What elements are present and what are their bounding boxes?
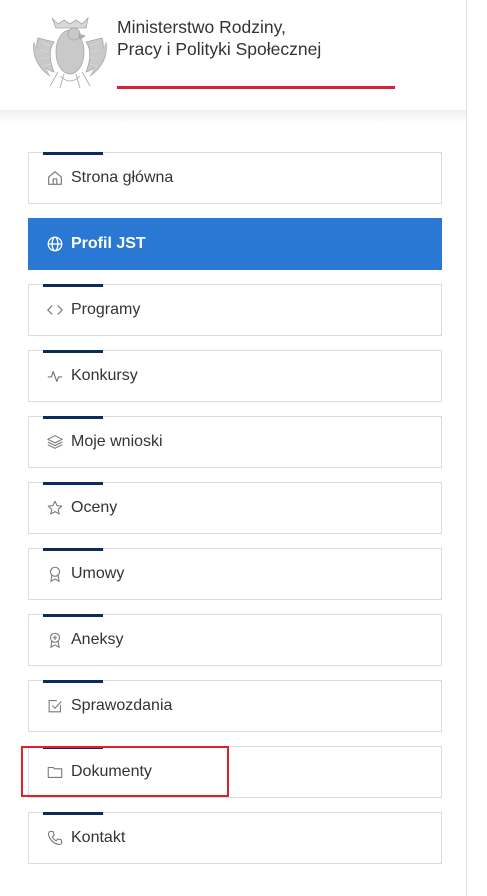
sidebar-item-label: Aneksy bbox=[71, 631, 124, 648]
sidebar-item-moje-wnioski[interactable]: Moje wnioski bbox=[28, 416, 442, 468]
phone-icon bbox=[45, 828, 65, 848]
globe-icon bbox=[45, 234, 65, 254]
sidebar-item-konkursy[interactable]: Konkursy bbox=[28, 350, 442, 402]
ministry-name[interactable]: Ministerstwo Rodziny, Pracy i Polityki S… bbox=[117, 16, 321, 60]
header: Ministerstwo Rodziny, Pracy i Polityki S… bbox=[0, 0, 466, 110]
sidebar-item-label: Oceny bbox=[71, 499, 118, 516]
sidebar-item-label: Kontakt bbox=[71, 829, 126, 846]
highlight-box bbox=[21, 746, 229, 797]
ministry-name-line2: Pracy i Polityki Społecznej bbox=[117, 39, 322, 59]
sidebar-item-label: Profil JST bbox=[71, 235, 146, 252]
checkbox-icon bbox=[45, 696, 65, 716]
code-icon bbox=[45, 300, 65, 320]
pulse-icon bbox=[45, 366, 65, 386]
sidebar-item-kontakt[interactable]: Kontakt bbox=[28, 812, 442, 864]
sidebar-item-label: Sprawozdania bbox=[71, 697, 173, 714]
ministry-name-line1: Ministerstwo Rodziny, bbox=[117, 17, 286, 37]
sidebar-item-profil-jst[interactable]: Profil JST bbox=[28, 218, 442, 270]
layers-icon bbox=[45, 432, 65, 452]
award-icon bbox=[45, 564, 65, 584]
medal-icon bbox=[45, 630, 65, 650]
star-icon bbox=[45, 498, 65, 518]
sidebar-item-strona-glowna[interactable]: Strona główna bbox=[28, 152, 442, 204]
sidebar-item-label: Umowy bbox=[71, 565, 125, 582]
sidebar-item-sprawozdania[interactable]: Sprawozdania bbox=[28, 680, 442, 732]
sidebar-item-umowy[interactable]: Umowy bbox=[28, 548, 442, 600]
home-icon bbox=[45, 168, 65, 188]
header-accent-line bbox=[117, 86, 395, 89]
sidebar-divider bbox=[466, 0, 467, 896]
sidebar-item-programy[interactable]: Programy bbox=[28, 284, 442, 336]
polish-eagle-emblem-icon[interactable] bbox=[30, 12, 110, 92]
header-shadow bbox=[0, 110, 466, 124]
sidebar-item-oceny[interactable]: Oceny bbox=[28, 482, 442, 534]
sidebar-item-label: Moje wnioski bbox=[71, 433, 163, 450]
sidebar-item-label: Konkursy bbox=[71, 367, 138, 384]
sidebar-item-label: Strona główna bbox=[71, 169, 174, 186]
sidebar-item-aneksy[interactable]: Aneksy bbox=[28, 614, 442, 666]
sidebar-item-label: Programy bbox=[71, 301, 141, 318]
